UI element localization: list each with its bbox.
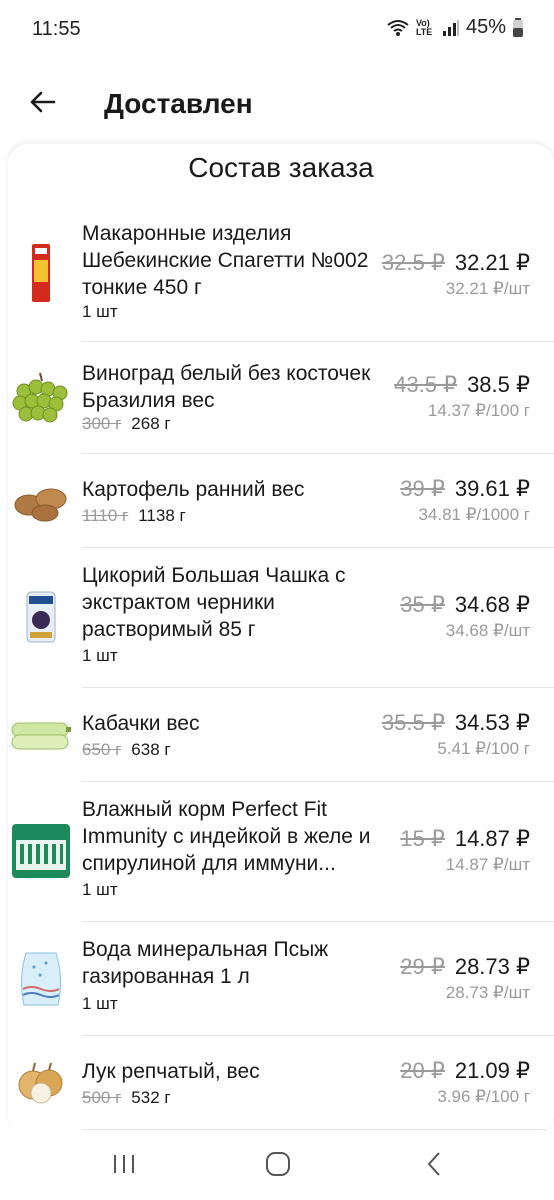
divider <box>82 1129 554 1130</box>
item-price-block: 32.5 ₽ 32.21 ₽ 32.21 ₽/шт <box>382 250 530 299</box>
item-quantity-value: 638 г <box>131 740 171 759</box>
item-name: Влажный корм Perfect Fit Immunity с инде… <box>82 798 371 875</box>
item-quantity-old: 1110 г <box>82 506 129 525</box>
order-item[interactable]: Макаронные изделия Шебекинские Спагетти … <box>8 208 554 342</box>
item-old-price: 43.5 ₽ <box>394 372 458 397</box>
item-price: 39.61 ₽ <box>454 476 530 501</box>
order-contents-title: Состав заказа <box>188 152 374 183</box>
item-unit-price: 14.87 ₽/шт <box>445 855 530 874</box>
order-contents-sheet: Состав заказа Макаронные изделия Шебекин… <box>8 144 554 1134</box>
item-quantity: 1 шт <box>82 646 118 666</box>
item-quantity-old: 300 г <box>82 414 122 433</box>
item-price: 34.53 ₽ <box>454 710 530 735</box>
item-name: Виноград белый без косточек Бразилия вес <box>82 362 371 412</box>
item-quantity: 650 г 638 г <box>82 740 171 760</box>
item-name: Цикорий Большая Чашка с экстрактом черни… <box>82 564 346 641</box>
item-quantity: 1110 г 1138 г <box>82 506 186 526</box>
item-unit-price: 5.41 ₽/100 г <box>437 739 530 758</box>
item-quantity-value: 1 шт <box>82 994 118 1013</box>
item-unit-price: 34.81 ₽/1000 г <box>418 505 530 524</box>
chicory-pack-icon <box>8 582 74 652</box>
item-old-price: 39 ₽ <box>400 476 445 501</box>
order-item[interactable]: Лук репчатый, вес 500 г 532 г 20 ₽ 21.09 ₽… <box>8 1036 554 1130</box>
item-price: 32.21 ₽ <box>454 250 530 275</box>
battery-icon <box>512 17 524 38</box>
app-header: Доставлен <box>0 70 554 140</box>
item-unit-price: 32.21 ₽/шт <box>445 279 530 298</box>
item-price-block: 15 ₽ 14.87 ₽ 14.87 ₽/шт <box>400 826 530 875</box>
item-name: Вода минеральная Псыж газированная 1 л <box>82 938 329 988</box>
recent-apps-button[interactable] <box>104 1150 144 1182</box>
item-unit-price: 34.68 ₽/шт <box>445 621 530 640</box>
order-item[interactable]: Картофель ранний вес 1110 г 1138 г 39 ₽39… <box>8 454 554 548</box>
arrow-left-icon <box>28 90 56 119</box>
item-quantity: 1 шт <box>82 880 118 900</box>
item-quantity-value: 268 г <box>131 414 171 433</box>
item-name: Лук репчатый, вес <box>82 1060 260 1083</box>
back-chevron-icon <box>426 1151 442 1182</box>
item-unit-price: 14.37 ₽/100 г <box>427 401 530 420</box>
status-time: 11:55 <box>32 18 81 40</box>
item-price-block: 35.5 ₽ 34.53 ₽ 5.41 ₽/100 г <box>382 710 530 759</box>
item-price: 34.68 ₽ <box>454 592 530 617</box>
wifi-icon <box>386 18 410 38</box>
item-price: 38.5 ₽ <box>467 372 530 397</box>
status-bar: 11:55 Vo) LTE 45% <box>0 0 554 60</box>
order-item[interactable]: Влажный корм Perfect Fit Immunity с инде… <box>8 782 554 922</box>
item-quantity: 1 шт <box>82 994 118 1014</box>
item-old-price: 35 ₽ <box>400 592 445 617</box>
item-price: 21.09 ₽ <box>454 1058 530 1083</box>
back-button[interactable] <box>22 84 62 124</box>
item-old-price: 15 ₽ <box>400 826 445 851</box>
home-icon <box>265 1151 291 1182</box>
item-price-block: 29 ₽ 28.73 ₽ 28.73 ₽/шт <box>400 954 530 1003</box>
item-price-block: 43.5 ₽ 38.5 ₽ 14.37 ₽/100 г <box>394 372 530 421</box>
item-quantity-old: 500 г <box>82 1088 122 1107</box>
item-unit-price: 3.96 ₽/100 г <box>437 1087 530 1106</box>
home-button[interactable] <box>258 1150 298 1182</box>
cat-food-pack-icon <box>8 816 74 886</box>
onion-icon <box>8 1050 74 1116</box>
signal-icon <box>442 19 460 37</box>
item-quantity-value: 1 шт <box>82 646 118 665</box>
page-title: Доставлен <box>104 88 253 119</box>
item-unit-price: 28.73 ₽/шт <box>445 983 530 1002</box>
order-item[interactable]: Цикорий Большая Чашка с экстрактом черни… <box>8 548 554 688</box>
item-quantity-old: 650 г <box>82 740 122 759</box>
system-back-button[interactable] <box>414 1150 454 1182</box>
volte-label: Vo) LTE <box>415 17 433 37</box>
item-old-price: 32.5 ₽ <box>381 250 445 275</box>
item-price: 14.87 ₽ <box>454 826 530 851</box>
item-old-price: 35.5 ₽ <box>381 710 445 735</box>
order-item[interactable]: Кабачки вес 650 г 638 г 35.5 ₽ 34.53 ₽ 5.4… <box>8 688 554 782</box>
item-price-block: 35 ₽ 34.68 ₽ 34.68 ₽/шт <box>400 592 530 641</box>
item-quantity-value: 1 шт <box>82 880 118 899</box>
item-quantity: 1 шт <box>82 302 118 322</box>
recent-apps-icon <box>112 1153 136 1180</box>
item-old-price: 29 ₽ <box>400 954 445 979</box>
status-icons: Vo) LTE 45% <box>386 16 524 39</box>
zucchini-icon <box>8 702 74 768</box>
item-name: Кабачки вес <box>82 712 200 735</box>
item-quantity-value: 1138 г <box>138 506 186 525</box>
order-item[interactable]: Виноград белый без косточек Бразилия вес… <box>8 342 554 454</box>
spaghetti-pack-icon <box>8 238 74 308</box>
system-nav-bar <box>0 1134 554 1200</box>
item-quantity: 500 г 532 г <box>82 1088 171 1108</box>
grapes-icon <box>8 364 74 434</box>
item-name: Макаронные изделия Шебекинские Спагетти … <box>82 222 369 299</box>
potatoes-icon <box>8 468 74 534</box>
item-quantity-value: 1 шт <box>82 302 118 321</box>
item-price-block: 39 ₽ 39.61 ₽ 34.81 ₽/1000 г <box>400 476 530 525</box>
item-name: Картофель ранний вес <box>82 478 305 501</box>
item-price: 28.73 ₽ <box>454 954 530 979</box>
item-quantity: 300 г 268 г <box>82 414 171 434</box>
water-bottle-icon <box>8 944 74 1014</box>
item-old-price: 20 ₽ <box>400 1058 445 1083</box>
order-item[interactable]: Вода минеральная Псыж газированная 1 л 1… <box>8 922 554 1036</box>
battery-percent: 45% <box>465 16 506 38</box>
item-price-block: 20 ₽ 21.09 ₽ 3.96 ₽/100 г <box>400 1058 530 1107</box>
item-quantity-value: 532 г <box>131 1088 171 1107</box>
